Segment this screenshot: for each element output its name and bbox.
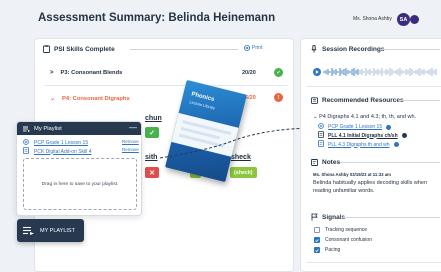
notes-icon (310, 158, 318, 166)
resource-link[interactable]: PLL 4.3 Digraphs th and wh (328, 142, 390, 148)
minimize-button[interactable]: — (129, 123, 137, 132)
section-divider (398, 100, 440, 101)
signal-option[interactable]: Consonant confusion (314, 237, 372, 243)
note-text: Belinda habitually applies decoding skil… (313, 180, 428, 194)
section-divider (306, 86, 441, 87)
check-icon (315, 238, 319, 242)
resources-subheading[interactable]: ⌄ P4 Digraphs 4.1 and 4.3; th, th, and w… (313, 114, 416, 120)
playlist-icon (23, 126, 30, 132)
my-playlist-panel: My Playlist — PCP Grade 1 Lesson 15 Remo… (16, 121, 142, 216)
playlist-header: My Playlist — (17, 122, 141, 135)
book-icon (310, 96, 318, 104)
section-divider (340, 162, 440, 163)
section-divider (343, 217, 440, 218)
playlist-item-link[interactable]: PCK Digital Add-on Skill 4 (34, 149, 92, 155)
playlist-icon (23, 226, 34, 235)
remove-button[interactable]: Remove (122, 147, 139, 152)
recommended-resources-title: Recommended Resources (322, 96, 404, 104)
my-playlist-button[interactable]: MY PLAYLIST (17, 219, 84, 242)
resource-item[interactable]: PLL 4.3 Digraphs th and wh (318, 140, 399, 149)
my-playlist-button-label: MY PLAYLIST (40, 227, 75, 234)
add-circle-icon (318, 123, 324, 131)
notes-heading: Notes (310, 158, 340, 166)
playlist-item-link[interactable]: PCP Grade 1 Lesson 15 (34, 140, 88, 146)
signal-label: Pacing (325, 247, 341, 253)
status-dot-icon (393, 142, 399, 147)
checkbox[interactable] (314, 237, 320, 243)
signals-title: Signals (322, 213, 346, 221)
checkbox[interactable] (314, 227, 320, 233)
section-divider (382, 49, 440, 50)
signals-heading: Signals (310, 213, 345, 221)
checkbox[interactable] (314, 247, 320, 253)
recommended-resources-heading: Recommended Resources (310, 96, 404, 104)
signal-label: Consonant confusion (325, 237, 372, 243)
playlist-item[interactable]: PCK Digital Add-on Skill 4 (23, 147, 92, 156)
check-icon (315, 248, 319, 252)
resources-subheading-text: P4 Digraphs 4.1 and 4.3; th, th, and wh. (319, 114, 417, 120)
drop-hint: Drag in here to save to your playlist. (41, 181, 119, 187)
flag-icon (310, 213, 318, 221)
remove-button[interactable]: Remove (122, 139, 139, 144)
resource-link[interactable]: PLL 4.1 Initial Digraphs ch/sh (328, 133, 398, 139)
microphone-icon (310, 45, 318, 53)
document-icon (318, 140, 324, 149)
signal-option[interactable]: Tracking sequence (314, 227, 367, 233)
document-icon (23, 147, 29, 156)
resource-link[interactable]: PCP Grade 1 Lesson 15 (328, 124, 382, 130)
resource-item[interactable]: PCP Grade 1 Lesson 15 (318, 123, 392, 131)
resource-item[interactable]: PLL 4.1 Initial Digraphs ch/sh (318, 131, 407, 140)
note-author: Ms. Shona Ashby 03/19/23 at 11:33 am (313, 172, 391, 177)
playlist-item[interactable]: PCP Grade 1 Lesson 15 (23, 139, 88, 147)
audio-waveform[interactable] (312, 67, 440, 77)
document-icon (318, 131, 324, 140)
signal-option[interactable]: Pacing (314, 247, 340, 253)
status-dot-icon (401, 133, 407, 138)
session-recordings-heading: Session Recordings (310, 45, 385, 53)
add-circle-icon (23, 139, 29, 147)
playlist-drop-zone[interactable]: Drag in here to save to your playlist. (23, 158, 137, 210)
session-recordings-title: Session Recordings (322, 45, 385, 53)
status-dot-icon (386, 124, 392, 130)
playlist-title: My Playlist (34, 125, 62, 132)
section-divider (306, 262, 441, 263)
notes-title: Notes (322, 158, 341, 166)
signal-label: Tracking sequence (325, 227, 368, 233)
